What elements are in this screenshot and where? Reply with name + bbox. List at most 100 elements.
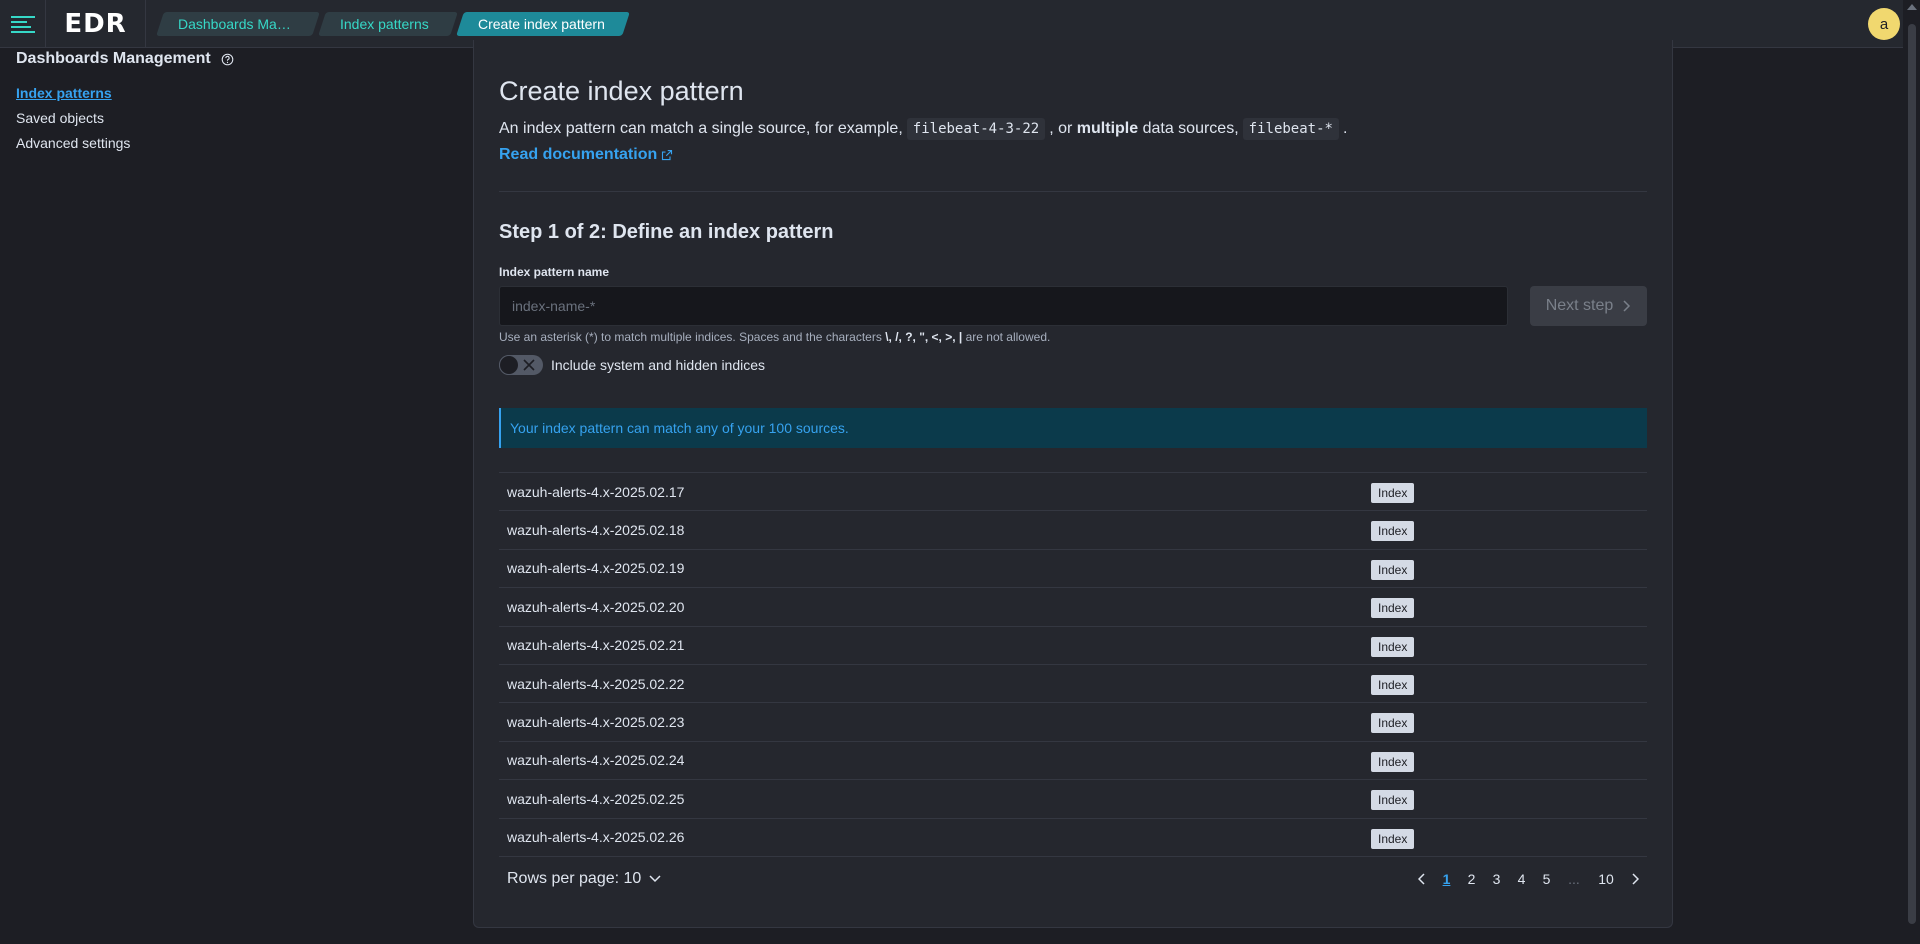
chevron-left-icon [1418, 873, 1425, 885]
app-logo[interactable]: EDR [46, 0, 146, 48]
sidebar-title-text: Dashboards Management [16, 50, 211, 67]
page-description: An index pattern can match a single sour… [499, 118, 1347, 140]
table-row: wazuh-alerts-4.x-2025.02.26 Index [499, 819, 1647, 857]
description-text: data sources, [1142, 120, 1239, 137]
index-badge: Index [1371, 790, 1415, 811]
breadcrumb-label: Index patterns [340, 15, 429, 32]
page-scrollbar[interactable] [1903, 0, 1920, 944]
index-badge: Index [1371, 521, 1415, 542]
doc-link-label: Read documentation [499, 146, 658, 163]
help-icon[interactable] [221, 53, 234, 66]
index-badge: Index [1371, 674, 1415, 695]
source-name: wazuh-alerts-4.x-2025.02.25 [507, 790, 685, 807]
include-system-indices-toggle[interactable] [499, 355, 543, 375]
breadcrumb-create-index-pattern: Create index pattern [460, 12, 626, 36]
sources-table: wazuh-alerts-4.x-2025.02.17 Index wazuh-a… [499, 472, 1647, 857]
description-text: . [1342, 120, 1348, 137]
source-name: wazuh-alerts-4.x-2025.02.23 [507, 714, 685, 731]
input-help-text: Use an asterisk (*) to match multiple in… [499, 330, 1050, 344]
code-example-single: filebeat-4-3-22 [906, 118, 1046, 140]
description-text: , or [1049, 120, 1073, 137]
breadcrumb-dashboards-management[interactable]: Dashboards Man... [160, 12, 316, 36]
rows-per-page-button[interactable]: Rows per page: 10 [507, 870, 661, 888]
table-row: wazuh-alerts-4.x-2025.02.19 Index [499, 550, 1647, 589]
index-badge: Index [1371, 828, 1415, 849]
index-pattern-name-input[interactable] [499, 286, 1508, 326]
user-avatar[interactable]: a [1868, 8, 1900, 40]
description-text: An index pattern can match a single sour… [499, 120, 903, 137]
page-2-button[interactable]: 2 [1459, 871, 1484, 887]
hamburger-menu-icon [10, 15, 35, 33]
table-row: wazuh-alerts-4.x-2025.02.22 Index [499, 665, 1647, 704]
source-name: wazuh-alerts-4.x-2025.02.18 [507, 522, 685, 539]
toggle-knob [499, 355, 519, 375]
rows-per-page-label: Rows per page: 10 [507, 870, 642, 887]
source-name: wazuh-alerts-4.x-2025.02.24 [507, 752, 685, 769]
pagination-ellipsis: ... [1568, 871, 1580, 887]
chevron-down-icon [649, 875, 661, 883]
table-row: wazuh-alerts-4.x-2025.02.17 Index [499, 473, 1647, 512]
sidebar-title: Dashboards Management [16, 49, 456, 69]
source-name: wazuh-alerts-4.x-2025.02.17 [507, 483, 685, 500]
scroll-up-arrow-icon[interactable] [1907, 4, 1917, 10]
help-text-prefix: Use an asterisk (*) to match multiple in… [499, 330, 882, 344]
close-icon [523, 359, 535, 371]
table-row: wazuh-alerts-4.x-2025.02.25 Index [499, 780, 1647, 819]
toggle-label: Include system and hidden indices [551, 357, 766, 373]
previous-page-button[interactable] [1410, 873, 1434, 885]
sidebar-nav: Index patterns Saved objects Advanced se… [16, 83, 456, 158]
read-documentation-link[interactable]: Read documentation [499, 146, 673, 164]
source-name: wazuh-alerts-4.x-2025.02.21 [507, 637, 685, 654]
help-text-chars: \, /, ?, ", <, >, | [885, 330, 963, 344]
chevron-right-icon [1632, 873, 1639, 885]
breadcrumb-label: Create index pattern [478, 15, 605, 32]
breadcrumb-index-patterns[interactable]: Index patterns [322, 12, 454, 36]
index-badge: Index [1371, 559, 1415, 580]
logo-text: EDR [64, 8, 127, 39]
page-4-button[interactable]: 4 [1509, 871, 1534, 887]
table-row: wazuh-alerts-4.x-2025.02.21 Index [499, 627, 1647, 665]
index-badge: Index [1371, 751, 1415, 772]
code-example-multiple: filebeat-* [1242, 118, 1339, 140]
table-row: wazuh-alerts-4.x-2025.02.18 Index [499, 511, 1647, 550]
help-text-suffix: are not allowed. [965, 330, 1051, 344]
menu-toggle-button[interactable] [0, 0, 46, 48]
source-name: wazuh-alerts-4.x-2025.02.20 [507, 598, 685, 615]
table-row: wazuh-alerts-4.x-2025.02.24 Index [499, 742, 1647, 781]
index-badge: Index [1371, 483, 1415, 503]
index-badge: Index [1371, 713, 1415, 734]
index-pattern-name-label: Index pattern name [499, 265, 610, 279]
external-link-icon [661, 149, 673, 161]
next-step-label: Next step [1545, 297, 1614, 314]
table-footer: Rows per page: 10 1 2 3 4 5 ... 10 [499, 866, 1647, 892]
sidebar: Dashboards Management Index patterns Sav… [16, 48, 456, 158]
page-10-button[interactable]: 10 [1589, 871, 1623, 887]
index-badge: Index [1371, 598, 1415, 619]
step-title: Step 1 of 2: Define an index pattern [499, 221, 834, 243]
index-badge: Index [1371, 636, 1415, 657]
system-indices-toggle-row: Include system and hidden indices [499, 355, 765, 375]
scrollbar-thumb[interactable] [1908, 24, 1916, 924]
source-name: wazuh-alerts-4.x-2025.02.26 [507, 829, 685, 846]
callout-text: Your index pattern can match any of your… [510, 420, 849, 436]
source-name: wazuh-alerts-4.x-2025.02.19 [507, 560, 685, 577]
page-title: Create index pattern [499, 76, 744, 106]
breadcrumb-label: Dashboards Man... [178, 15, 296, 32]
next-page-button[interactable] [1623, 873, 1647, 885]
table-row: wazuh-alerts-4.x-2025.02.20 Index [499, 588, 1647, 627]
page-1-button[interactable]: 1 [1434, 871, 1459, 887]
page-3-button[interactable]: 3 [1484, 871, 1509, 887]
pagination: 1 2 3 4 5 ... 10 [1410, 871, 1647, 887]
table-row: wazuh-alerts-4.x-2025.02.23 Index [499, 703, 1647, 742]
description-bold: multiple [1076, 120, 1139, 137]
sources-callout: Your index pattern can match any of your… [499, 408, 1647, 448]
sidebar-item-index-patterns[interactable]: Index patterns [16, 83, 456, 108]
main-panel: Create index pattern An index pattern ca… [473, 40, 1673, 928]
divider [499, 191, 1647, 192]
page-5-button[interactable]: 5 [1534, 871, 1559, 887]
sidebar-item-saved-objects[interactable]: Saved objects [16, 108, 456, 133]
next-step-button[interactable]: Next step [1530, 286, 1647, 326]
source-name: wazuh-alerts-4.x-2025.02.22 [507, 675, 685, 692]
sidebar-item-advanced-settings[interactable]: Advanced settings [16, 133, 456, 158]
chevron-right-icon [1623, 300, 1631, 312]
